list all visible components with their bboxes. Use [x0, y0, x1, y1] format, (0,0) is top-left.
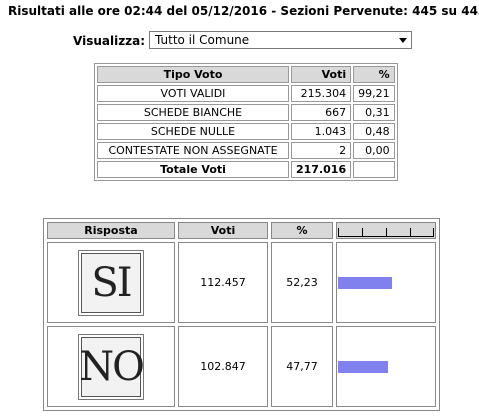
scale-tick	[362, 227, 363, 236]
col-percent: %	[353, 66, 395, 83]
bar-cell	[336, 326, 436, 407]
vote-summary-table: Tipo Voto Voti % VOTI VALIDI 215.304 99,…	[94, 63, 398, 181]
result-row-no: NO 102.847 47,77	[47, 326, 436, 407]
visualizza-label: Visualizza:	[73, 34, 146, 48]
results-header-row: Risposta Voti %	[47, 222, 436, 239]
row-voti: 667	[291, 104, 352, 121]
col-percent: %	[271, 222, 333, 239]
emblem-cell: SI	[47, 242, 175, 323]
referendum-results-table: Risposta Voti % SI 112.457 52,23 NO 102.…	[43, 218, 440, 411]
summary-row: CONTESTATE NON ASSEGNATE 2 0,00	[97, 142, 395, 159]
total-pct	[353, 161, 395, 178]
col-tipo-voto: Tipo Voto	[97, 66, 289, 83]
row-voti: 2	[291, 142, 352, 159]
row-tipo: SCHEDE NULLE	[97, 123, 289, 140]
area-select-value: Tutto il Comune	[155, 33, 250, 47]
result-pct: 47,77	[271, 326, 333, 407]
total-voti: 217.016	[291, 161, 352, 178]
row-pct: 99,21	[353, 85, 395, 102]
row-pct: 0,31	[353, 104, 395, 121]
col-bar-scale	[336, 222, 436, 239]
row-voti: 215.304	[291, 85, 352, 102]
chevron-down-icon[interactable]	[399, 38, 407, 43]
scale-tick	[386, 227, 387, 236]
result-voti: 112.457	[178, 242, 268, 323]
summary-header-row: Tipo Voto Voti %	[97, 66, 395, 83]
area-select[interactable]: Tutto il Comune	[149, 31, 412, 49]
no-emblem-image: NO	[78, 333, 145, 400]
col-risposta: Risposta	[47, 222, 175, 239]
col-voti: Voti	[178, 222, 268, 239]
results-header: Risultati alle ore 02:44 del 05/12/2016 …	[8, 4, 479, 18]
total-label: Totale Voti	[97, 161, 289, 178]
emblem-cell: NO	[47, 326, 175, 407]
row-pct: 0,00	[353, 142, 395, 159]
scale-tick	[338, 227, 339, 236]
result-bar	[338, 360, 388, 373]
summary-row: SCHEDE BIANCHE 667 0,31	[97, 104, 395, 121]
result-row-si: SI 112.457 52,23	[47, 242, 436, 323]
scale-tick	[433, 227, 434, 236]
summary-total-row: Totale Voti 217.016	[97, 161, 395, 178]
result-pct: 52,23	[271, 242, 333, 323]
result-voti: 102.847	[178, 326, 268, 407]
row-voti: 1.043	[291, 123, 352, 140]
summary-row: SCHEDE NULLE 1.043 0,48	[97, 123, 395, 140]
row-tipo: VOTI VALIDI	[97, 85, 289, 102]
row-tipo: SCHEDE BIANCHE	[97, 104, 289, 121]
scale-tick	[410, 227, 411, 236]
col-voti: Voti	[291, 66, 352, 83]
result-bar	[338, 276, 392, 289]
si-emblem-image: SI	[78, 249, 144, 316]
summary-row: VOTI VALIDI 215.304 99,21	[97, 85, 395, 102]
row-pct: 0,48	[353, 123, 395, 140]
bar-cell	[336, 242, 436, 323]
row-tipo: CONTESTATE NON ASSEGNATE	[97, 142, 289, 159]
bar-scale-ruler	[338, 225, 434, 237]
